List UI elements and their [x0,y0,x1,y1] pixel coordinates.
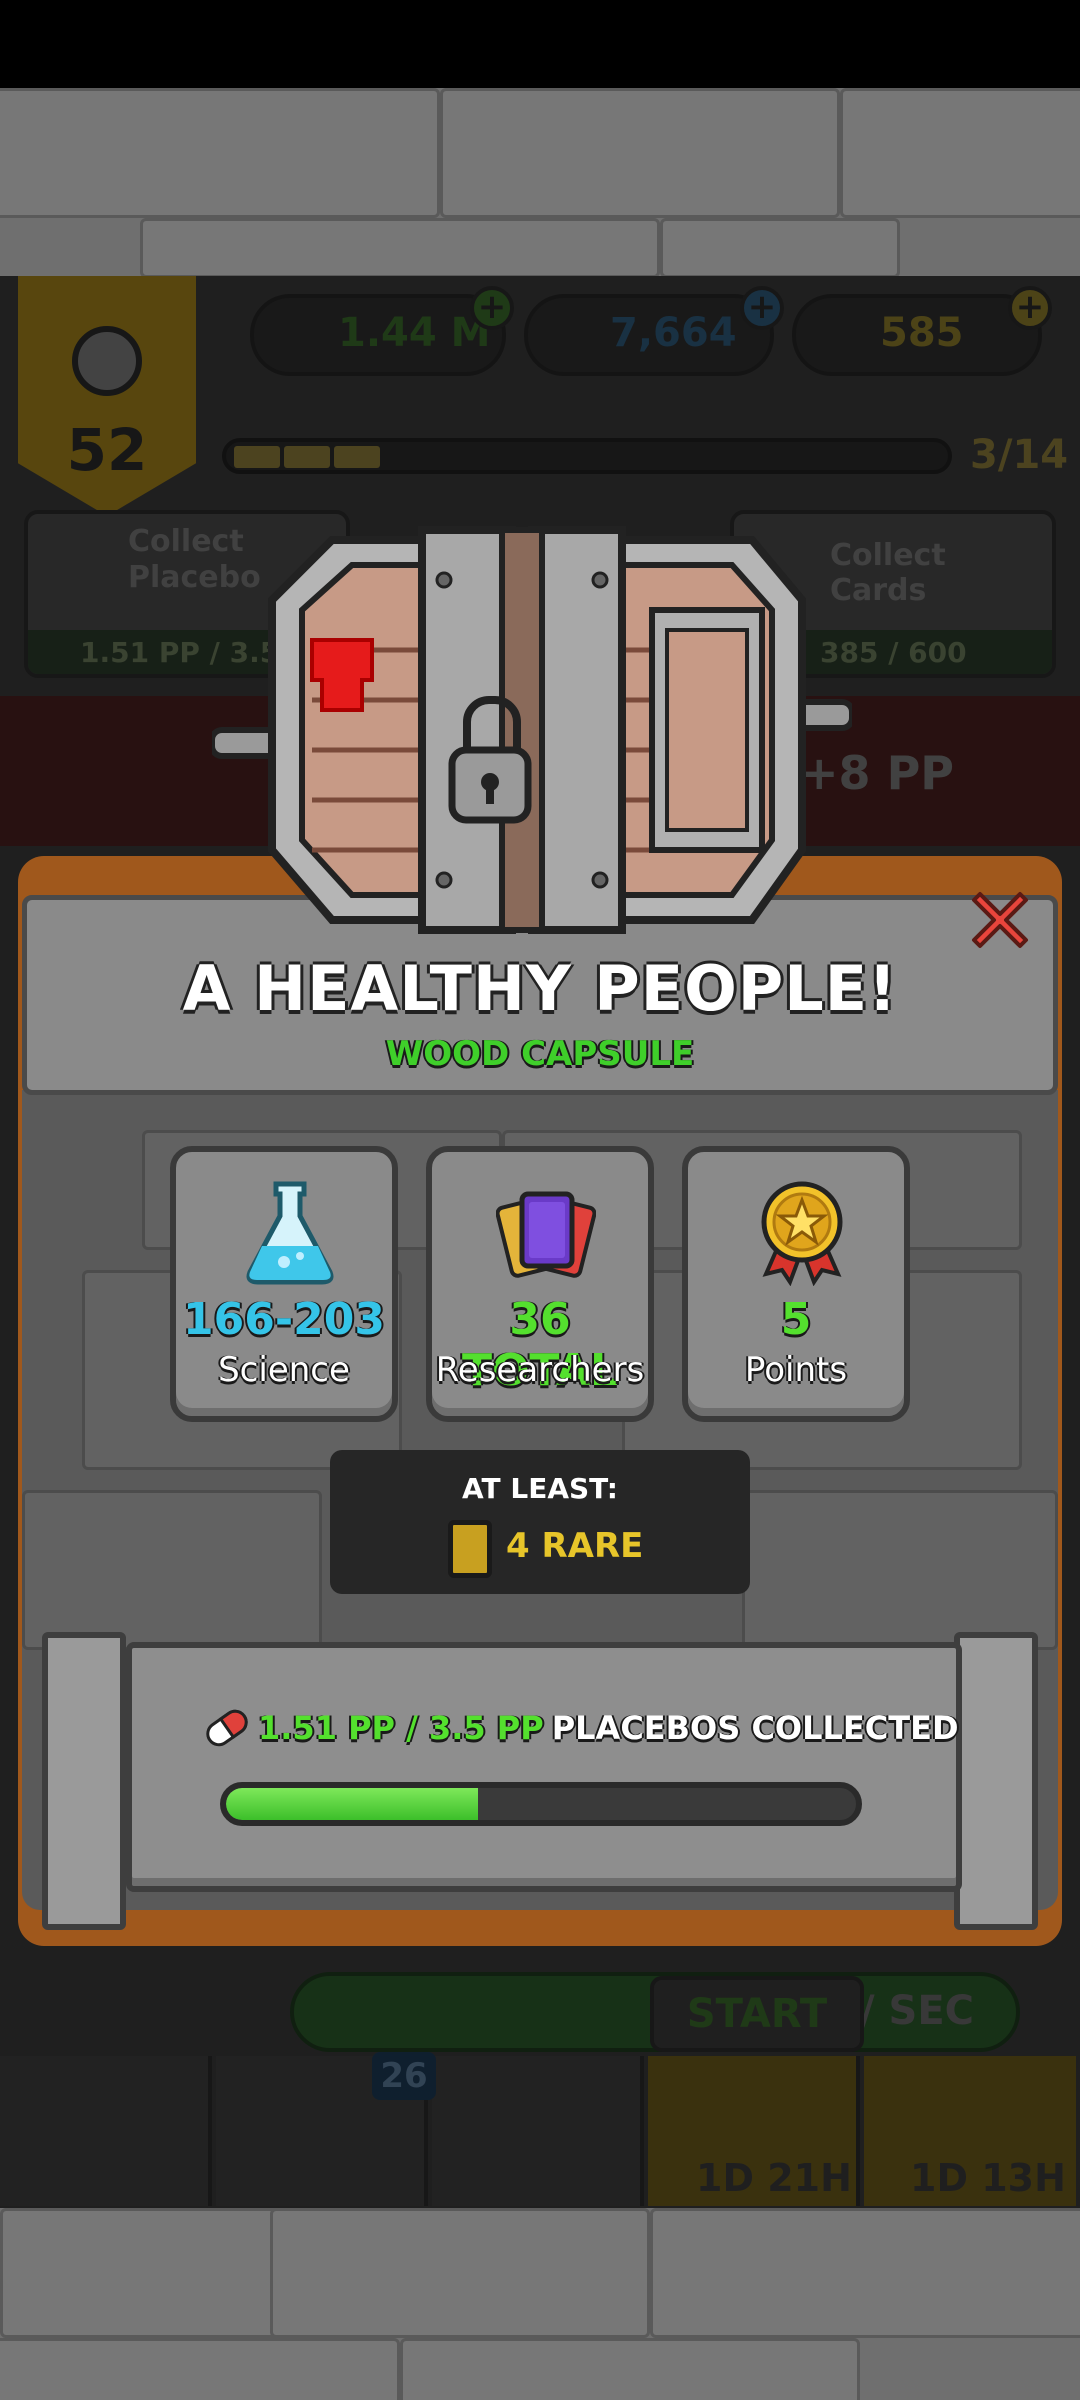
progress-label-row: 1.51 PP / 3.5 PP PLACEBOS COLLECTED [204,1706,959,1750]
rare-card-icon [448,1520,492,1578]
wood-capsule-crate-image [212,526,852,934]
progress-panel [126,1642,962,1892]
wall-brick [400,2338,860,2400]
wall-brick [660,218,900,278]
placebo-pill-icon [206,1709,248,1747]
points-stat-card: 5 Points [682,1146,910,1422]
medal-icon [761,1181,843,1286]
guarantee-label: AT LEAST: [462,1472,618,1505]
placebo-progress-bar [220,1782,862,1826]
researchers-stat-card: 36 TOTAL Researchers [426,1146,654,1422]
researchers-label: Researchers [435,1350,645,1390]
wall-brick [840,88,1080,218]
panel-brick [742,1490,1058,1650]
wall-brick [270,2208,650,2338]
placebo-label: PLACEBOS COLLECTED [551,1709,959,1747]
cards-icon [496,1191,596,1278]
science-range: 166-203 [183,1294,385,1345]
guarantee-box: AT LEAST: 4 RARE [330,1450,750,1594]
right-pillar [954,1632,1038,1930]
wall-brick [650,2208,1080,2338]
capsule-type: WOOD CAPSULE [385,1034,695,1074]
wall-brick [0,88,440,218]
science-stat-card: 166-203 Science [170,1146,398,1422]
wall-brick [440,88,840,218]
wall-brick [0,2338,400,2400]
close-icon[interactable] [968,886,1032,950]
status-bar [0,0,1080,88]
modal-title: A HEALTHY PEOPLE! [182,952,898,1025]
points-value: 5 [780,1294,812,1345]
left-pillar [42,1632,126,1930]
placebo-amount: 1.51 PP / 3.5 PP [258,1709,544,1747]
wall-brick [140,218,660,278]
wall-brick [0,2208,280,2338]
panel-brick [22,1490,322,1650]
flask-icon [246,1181,334,1285]
placebo-progress-fill [226,1788,478,1820]
points-label: Points [744,1350,848,1390]
science-label: Science [218,1350,350,1390]
guarantee-rarity: 4 RARE [506,1526,644,1566]
